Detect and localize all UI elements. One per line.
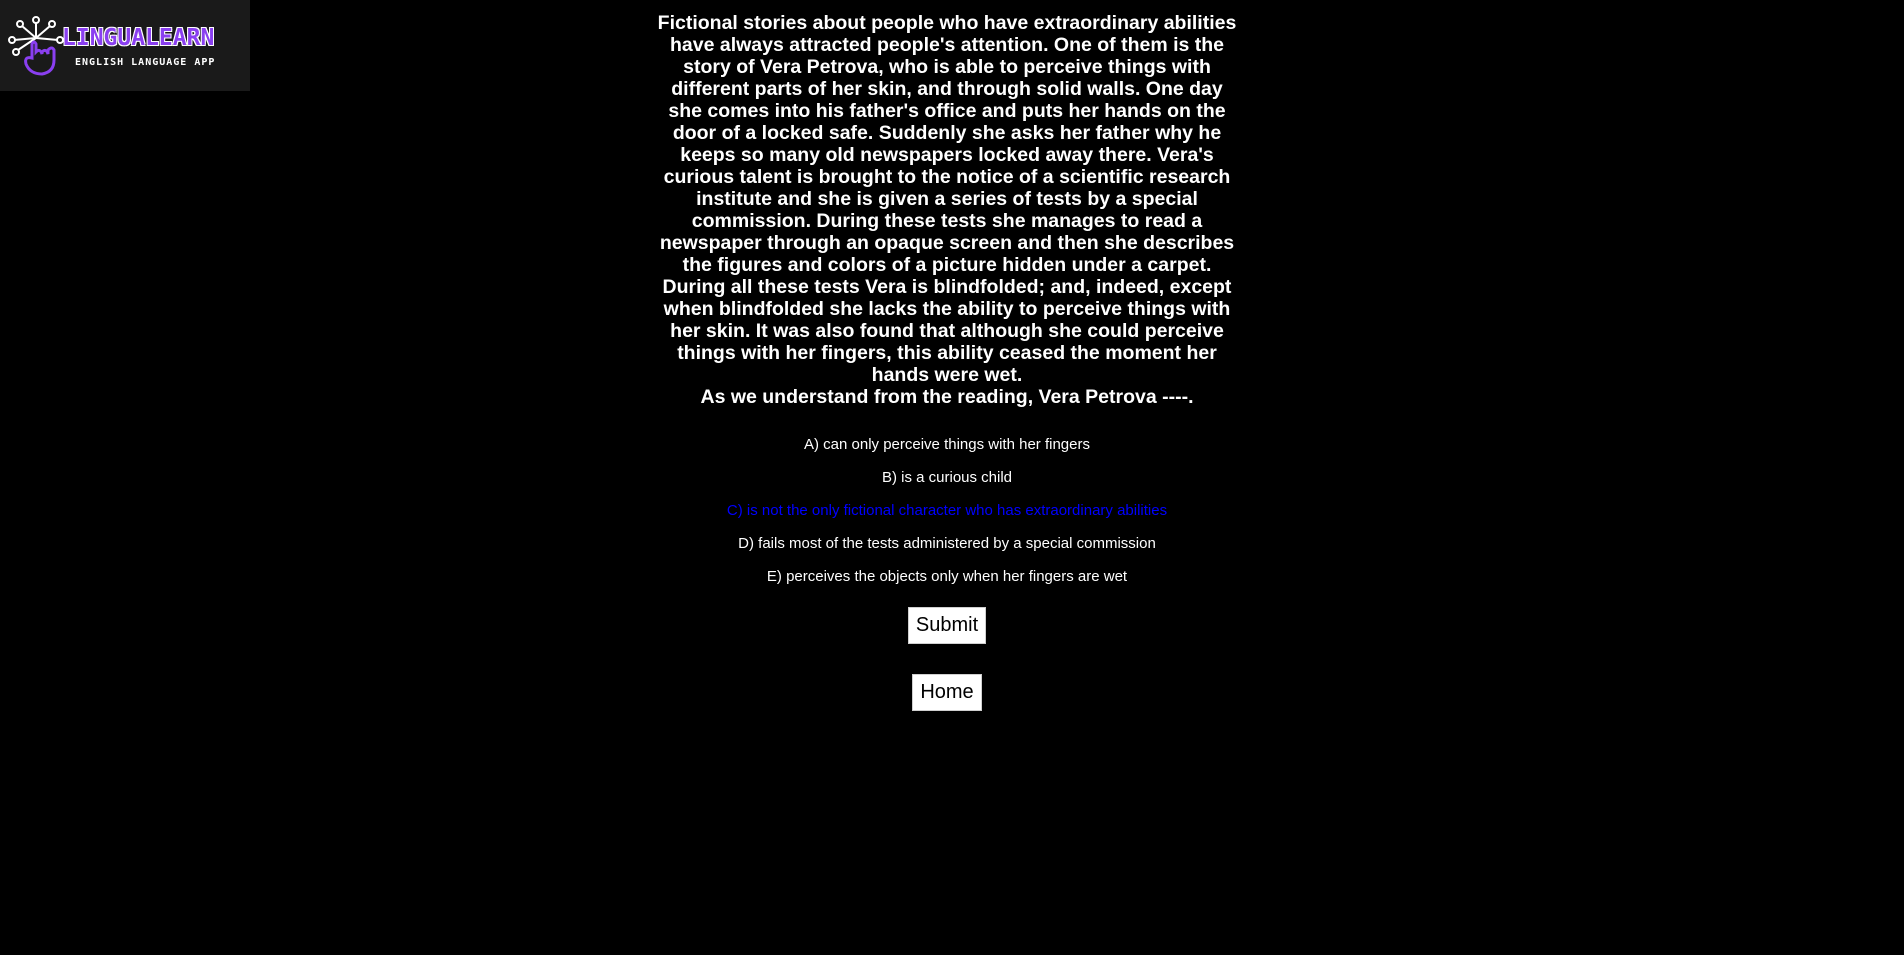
option-a[interactable]: A) can only perceive things with her fin… xyxy=(652,436,1242,454)
logo-subtitle: ENGLISH LANGUAGE APP xyxy=(75,57,216,68)
submit-button[interactable]: Submit xyxy=(907,607,987,644)
app-logo: LINGUALEARN ENGLISH LANGUAGE APP xyxy=(0,0,250,91)
option-e[interactable]: E) perceives the objects only when her f… xyxy=(652,568,1242,586)
logo-title: LINGUALEARN xyxy=(62,25,215,51)
option-c[interactable]: C) is not the only fictional character w… xyxy=(652,502,1242,520)
option-b[interactable]: B) is a curious child xyxy=(652,469,1242,487)
action-buttons: Submit Home xyxy=(652,607,1242,711)
home-button[interactable]: Home xyxy=(912,674,982,711)
answer-options: A) can only perceive things with her fin… xyxy=(652,436,1242,586)
question-stem: As we understand from the reading, Vera … xyxy=(700,386,1194,408)
circuit-hand-icon xyxy=(8,16,64,76)
reading-passage: Fictional stories about people who have … xyxy=(657,12,1237,386)
question-panel: Fictional stories about people who have … xyxy=(652,12,1242,711)
option-d[interactable]: D) fails most of the tests administered … xyxy=(652,535,1242,553)
page: LINGUALEARN ENGLISH LANGUAGE APP Fiction… xyxy=(0,0,1904,955)
